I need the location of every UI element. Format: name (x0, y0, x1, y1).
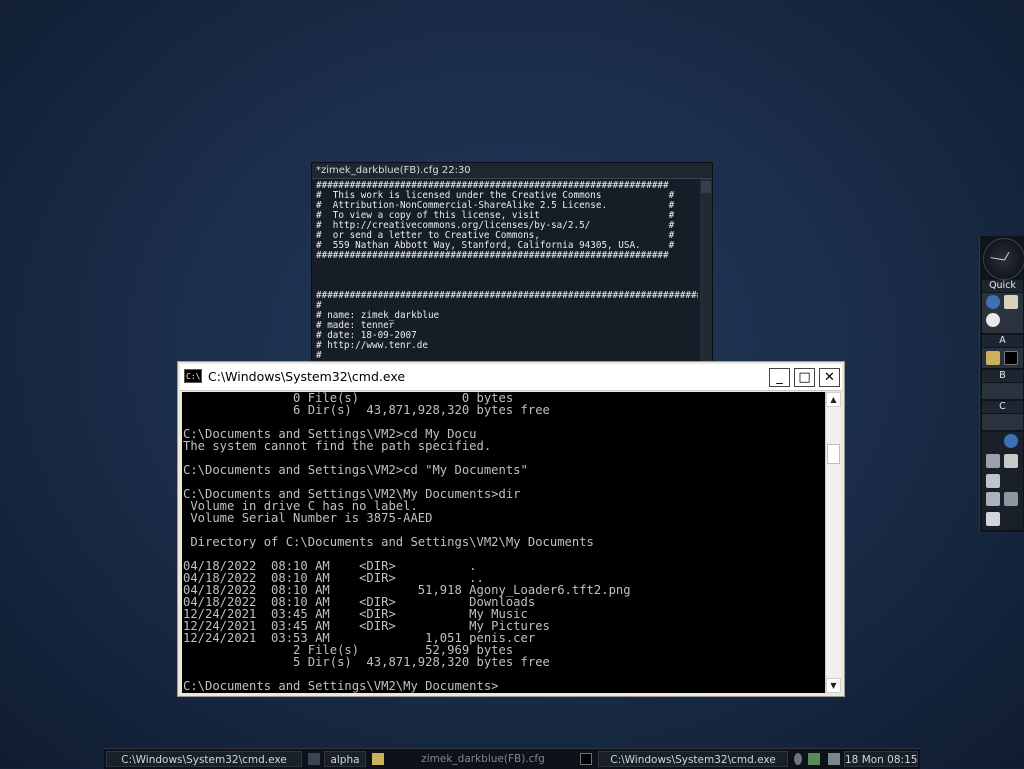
taskbar: C:\Windows\System32\cmd.exe alpha zimek_… (104, 748, 920, 769)
dock-section-b-label[interactable]: B (982, 370, 1023, 382)
console-line: 5 Dir(s) 43,871,928,320 bytes free (183, 655, 550, 669)
console-icon[interactable] (1004, 351, 1018, 365)
cfg-text-content: ########################################… (316, 181, 698, 363)
dock-tools-section (982, 432, 1023, 530)
ie-icon-2[interactable] (1004, 434, 1018, 448)
scroll-up-arrow-icon[interactable]: ▲ (826, 392, 841, 407)
window-icon[interactable] (308, 753, 320, 765)
dock-section-a-label[interactable]: A (982, 335, 1023, 347)
media-player-icon[interactable] (986, 313, 1000, 327)
cfg-viewer-window[interactable]: *zimek_darkblue(FB).cfg 22:30 ##########… (311, 162, 713, 364)
cfg-text-line: # http://www.tenr.de (316, 340, 428, 351)
dock-section-a (982, 348, 1023, 368)
task-button-cmd-1[interactable]: C:\Windows\System32\cmd.exe (106, 751, 302, 767)
game-icon[interactable] (986, 454, 1000, 468)
side-dock: Quick A B C (979, 236, 1024, 532)
console-line: Directory of C:\Documents and Settings\V… (183, 535, 594, 549)
dock-quick-label[interactable]: Quick (982, 280, 1023, 292)
console-icon-taskbar[interactable] (580, 753, 592, 765)
folder-icon[interactable] (1004, 295, 1018, 309)
dock-section-c (982, 414, 1023, 430)
tray-dot-icon[interactable] (794, 753, 802, 765)
task-button-cfg[interactable]: zimek_darkblue(FB).cfg (388, 751, 578, 767)
image-app-icon-taskbar[interactable] (372, 753, 384, 765)
maximize-button[interactable]: □ (794, 368, 815, 387)
cfg-text-line (316, 271, 698, 281)
cmd-window-title: C:\Windows\System32\cmd.exe (208, 369, 406, 384)
dock-section-b (982, 383, 1023, 399)
printer-icon[interactable] (1004, 454, 1018, 468)
cfg-text-line: ########################################… (316, 250, 669, 261)
minimize-button[interactable]: _ (769, 368, 790, 387)
console-output[interactable]: 0 File(s) 0 bytes 6 Dir(s) 43,871,928,32… (182, 392, 825, 693)
tools-icon[interactable] (1004, 492, 1018, 506)
console-line: 6 Dir(s) 43,871,928,320 bytes free (183, 403, 550, 417)
cfg-scrollbar-thumb[interactable] (701, 181, 711, 193)
tray-window-icon[interactable] (828, 753, 840, 765)
dock-quick-section (982, 293, 1023, 333)
console-scrollbar[interactable]: ▲ ▼ (825, 392, 841, 693)
task-button-cmd-active[interactable]: C:\Windows\System32\cmd.exe (598, 751, 788, 767)
tray-network-icon[interactable] (808, 753, 820, 765)
cmd-titlebar[interactable]: C:\ C:\Windows\System32\cmd.exe _ □ ✕ (180, 364, 842, 391)
console-line: C:\Documents and Settings\VM2>cd "My Doc… (183, 463, 528, 477)
scroll-down-arrow-icon[interactable]: ▼ (826, 678, 841, 693)
cmd-app-icon[interactable]: C:\ (184, 369, 202, 383)
cfg-text-line: # (316, 350, 322, 361)
dock-section-c-label[interactable]: C (982, 401, 1023, 413)
network-icon[interactable] (986, 492, 1000, 506)
ie-icon[interactable] (986, 295, 1000, 309)
recycle-icon[interactable] (986, 512, 1000, 526)
console-scrollbar-thumb[interactable] (827, 444, 840, 464)
trash-icon[interactable] (986, 474, 1000, 488)
image-app-icon[interactable] (986, 351, 1000, 365)
cmd-window[interactable]: C:\ C:\Windows\System32\cmd.exe _ □ ✕ 0 … (177, 361, 845, 697)
task-button-alpha[interactable]: alpha (324, 751, 366, 767)
cfg-scrollbar[interactable] (700, 179, 712, 363)
console-line: The system cannot find the path specifie… (183, 439, 492, 453)
analog-clock-icon (983, 238, 1024, 280)
console-line: Volume Serial Number is 3875-AAED (183, 511, 433, 525)
taskbar-clock[interactable]: 18 Mon 08:15 (844, 751, 918, 767)
cfg-text-line: ########################################… (316, 290, 698, 301)
close-button[interactable]: ✕ (819, 368, 840, 387)
cfg-text-line (316, 261, 698, 271)
console-line: C:\Documents and Settings\VM2\My Documen… (183, 679, 499, 693)
cfg-window-title[interactable]: *zimek_darkblue(FB).cfg 22:30 (312, 163, 712, 179)
